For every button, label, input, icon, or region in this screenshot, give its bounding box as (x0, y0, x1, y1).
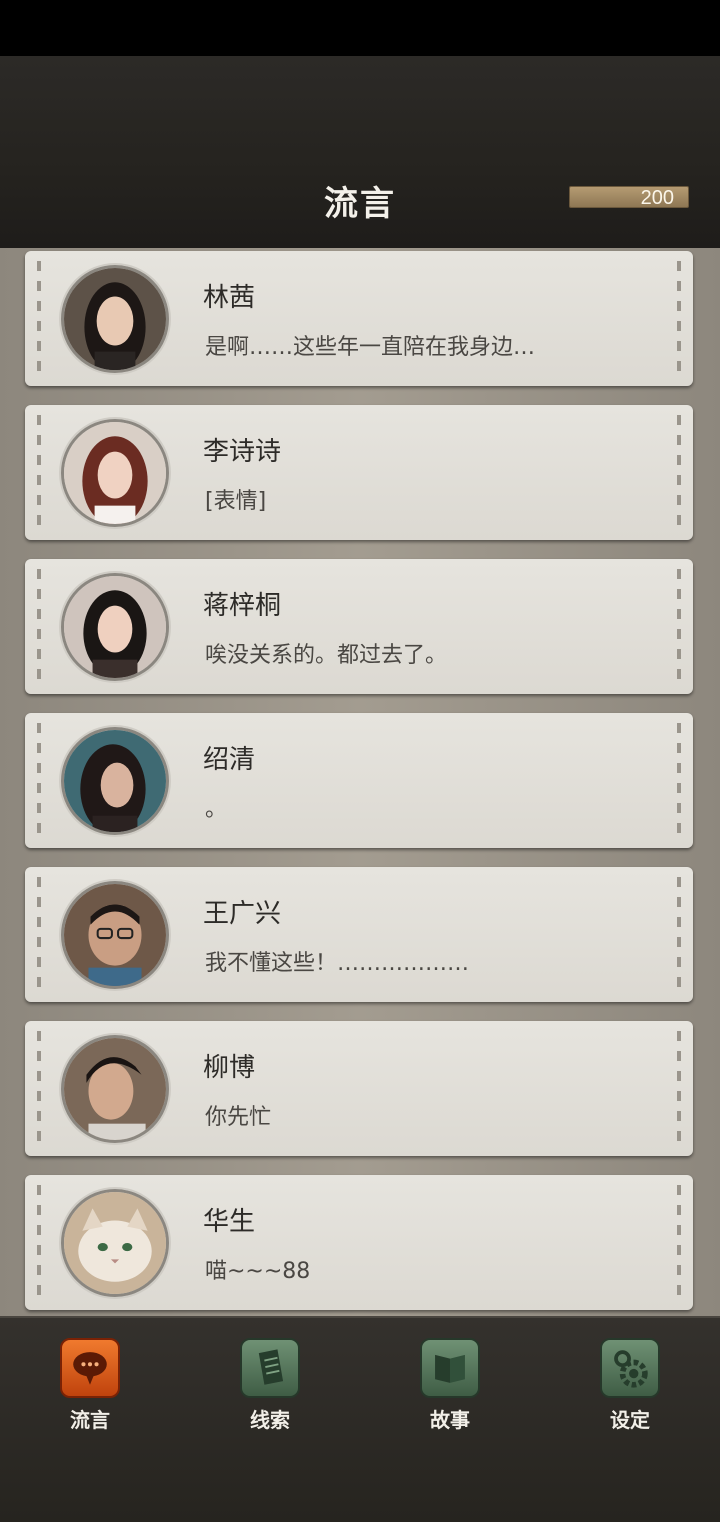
notes-icon (240, 1338, 300, 1398)
gear-icon (600, 1338, 660, 1398)
stitch-decoration (677, 415, 681, 530)
nav-label: 设定 (610, 1408, 650, 1432)
stitch-decoration (37, 415, 41, 530)
contact-avatar (61, 265, 169, 373)
stitch-decoration (677, 877, 681, 992)
contact-avatar (61, 1035, 169, 1143)
contact-card[interactable]: 林茜 是啊……这些年一直陪在我身边… (25, 251, 693, 386)
contact-avatar (61, 419, 169, 527)
stitch-decoration (677, 569, 681, 684)
tab-stories[interactable]: 故事 (390, 1338, 510, 1433)
contact-list[interactable]: 林茜 是啊……这些年一直陪在我身边… 李诗诗 [表情] 蒋梓桐 唉没关系的。都过… (0, 248, 720, 1316)
stitch-decoration (37, 877, 41, 992)
nav-label: 流言 (70, 1408, 110, 1432)
contact-avatar (61, 1189, 169, 1297)
contact-name: 华生 (203, 1207, 256, 1237)
contact-message: 我不懂这些！……………… (205, 951, 470, 976)
contact-card[interactable]: 李诗诗 [表情] (25, 405, 693, 540)
contact-avatar (61, 573, 169, 681)
contact-name: 蒋梓桐 (203, 591, 282, 621)
stitch-decoration (677, 261, 681, 376)
stitch-decoration (37, 261, 41, 376)
tab-clues[interactable]: 线索 (210, 1338, 330, 1433)
contact-name: 绍清 (203, 745, 256, 775)
contact-card[interactable]: 王广兴 我不懂这些！……………… (25, 867, 693, 1002)
stitch-decoration (37, 569, 41, 684)
stitch-decoration (677, 1031, 681, 1146)
stitch-decoration (37, 1185, 41, 1300)
contact-avatar (61, 727, 169, 835)
nav-label: 线索 (250, 1408, 290, 1432)
tab-settings[interactable]: 设定 (570, 1338, 690, 1433)
chat-bubble-icon (60, 1338, 120, 1398)
nav-label: 故事 (430, 1408, 470, 1432)
coin-counter: 200 (569, 186, 689, 209)
header: 流言 200 (0, 56, 720, 248)
contact-message: [表情] (205, 489, 267, 514)
contact-message: 唉没关系的。都过去了。 (205, 643, 448, 668)
contact-message: 喵~~~88 (205, 1259, 311, 1284)
stitch-decoration (37, 723, 41, 838)
status-bar (0, 0, 720, 56)
stitch-decoration (37, 1031, 41, 1146)
contact-name: 李诗诗 (203, 437, 282, 467)
contact-avatar (61, 881, 169, 989)
stitch-decoration (677, 723, 681, 838)
contact-name: 柳博 (203, 1053, 256, 1083)
contact-card[interactable]: 华生 喵~~~88 (25, 1175, 693, 1310)
contact-name: 王广兴 (203, 899, 282, 929)
contact-card[interactable]: 柳博 你先忙 (25, 1021, 693, 1156)
book-icon (420, 1338, 480, 1398)
contact-card[interactable]: 蒋梓桐 唉没关系的。都过去了。 (25, 559, 693, 694)
contact-message: 。 (205, 797, 228, 822)
contact-message: 是啊……这些年一直陪在我身边… (205, 335, 536, 360)
contact-name: 林茜 (203, 283, 256, 313)
contact-message: 你先忙 (205, 1105, 272, 1130)
contact-card[interactable]: 绍清 。 (25, 713, 693, 848)
stitch-decoration (677, 1185, 681, 1300)
bottom-nav: 流言 线索 故事 设定 (0, 1316, 720, 1522)
tab-rumors[interactable]: 流言 (30, 1338, 150, 1433)
